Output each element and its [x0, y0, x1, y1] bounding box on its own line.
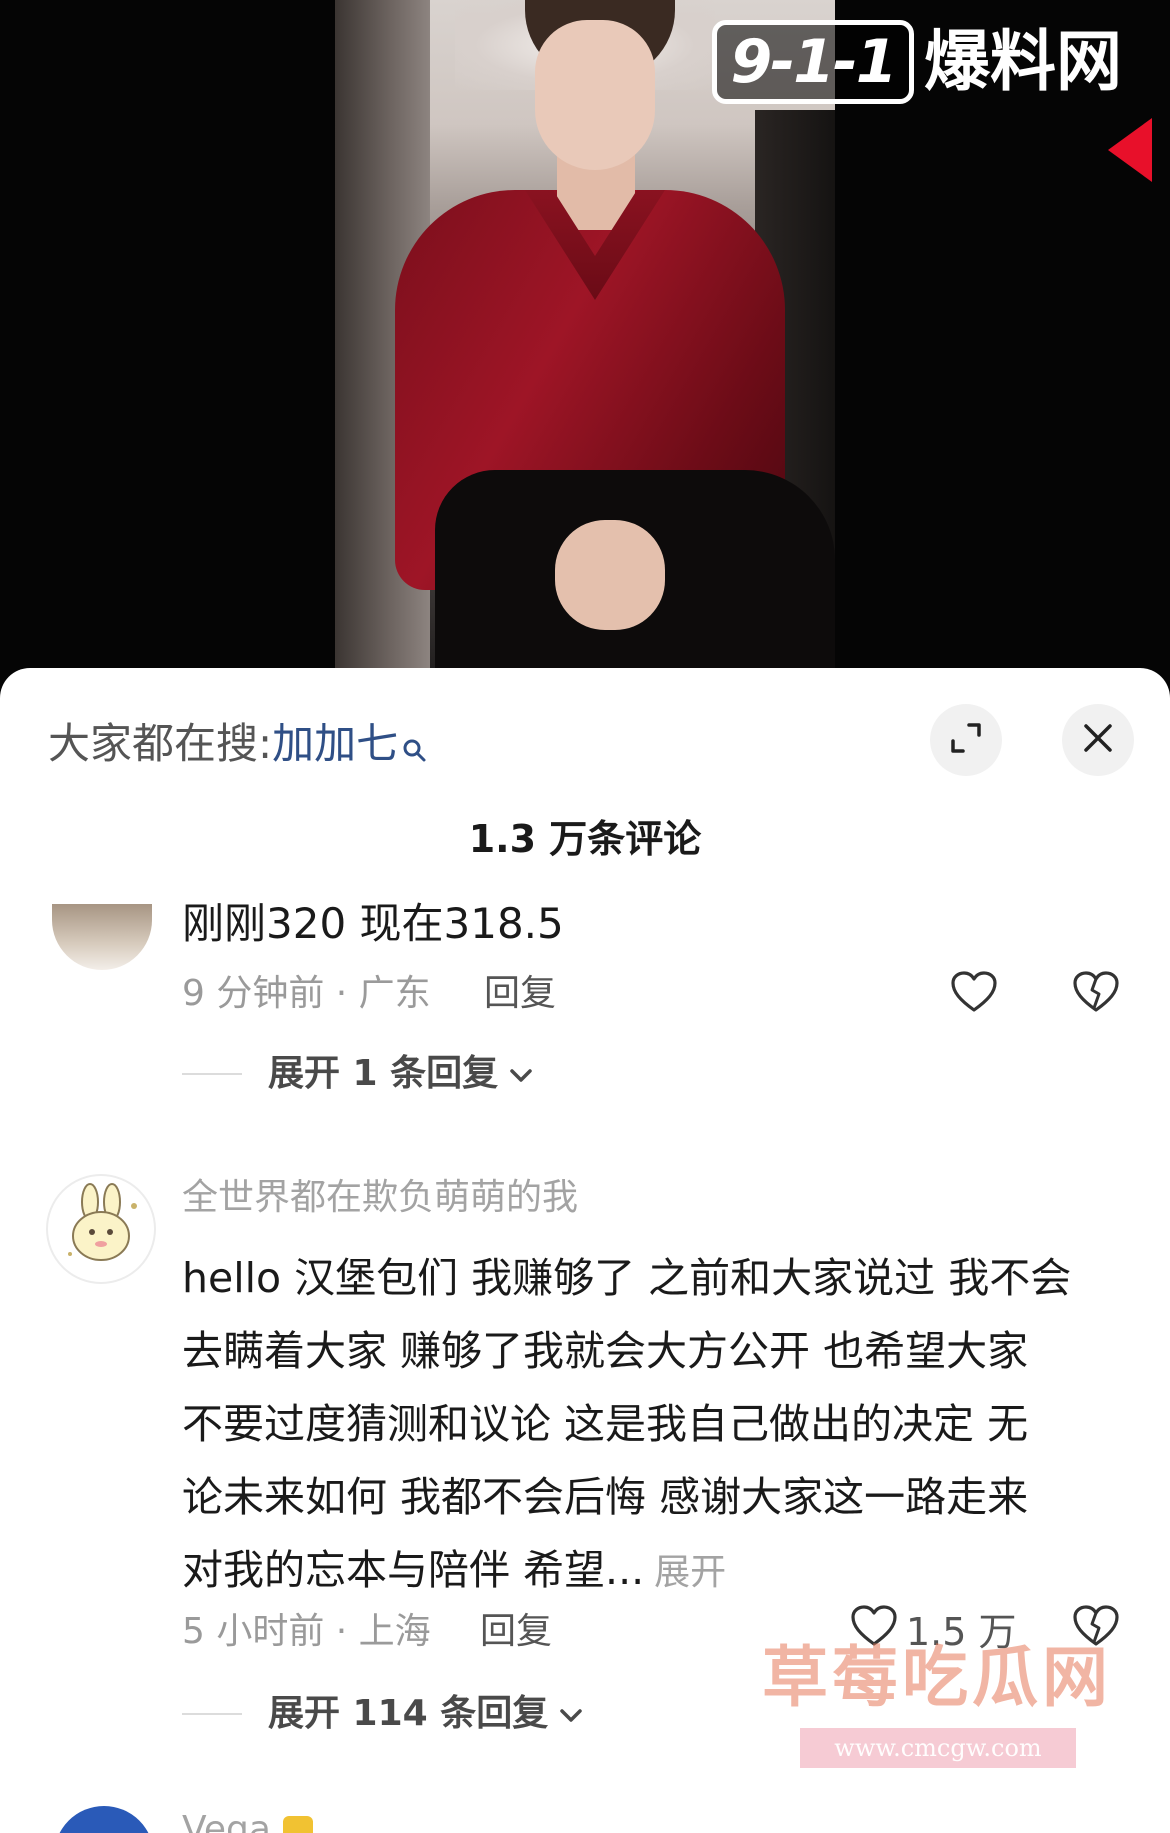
search-suggestion[interactable]: 大家都在搜:加加七	[48, 716, 428, 778]
comment-text-line: 去瞒着大家 赚够了我就会大方公开 也希望大家	[182, 1327, 1029, 1375]
expand-replies[interactable]: 展开 1 条回复	[182, 1050, 534, 1098]
comment-username[interactable]: 全世界都在欺负萌萌的我	[182, 1174, 578, 1222]
comment-text-line: 论未来如何 我都不会后悔 感谢大家这一路走来	[182, 1473, 1029, 1521]
comment-text-line-last: 对我的忘本与陪伴 希望... 展开	[182, 1534, 1122, 1609]
comment-text: 刚刚320 现在318.5	[182, 899, 564, 948]
face	[535, 20, 655, 170]
search-suggestion-term[interactable]: 加加七	[272, 719, 398, 768]
divider	[182, 1713, 242, 1715]
watermark-logo: 9-1-1 爆料网	[712, 20, 1152, 106]
close-icon	[1082, 722, 1114, 758]
comment-username-text: Vega	[182, 1809, 271, 1833]
expand-replies-label: 展开 114 条回复	[268, 1693, 549, 1734]
watermark-logo-number: 9-1-1	[730, 27, 897, 97]
comment-text-line: hello 汉堡包们 我赚够了 之前和大家说过 我不会	[182, 1254, 1072, 1302]
expand-text-button[interactable]: 展开	[654, 1552, 726, 1593]
expand-replies[interactable]: 展开 114 条回复	[182, 1690, 584, 1738]
dislike-button[interactable]	[1068, 966, 1124, 1022]
chevron-down-icon	[508, 1050, 534, 1098]
reply-button[interactable]: 回复	[484, 970, 556, 1018]
watermark-logo-text: 爆料网	[924, 23, 1122, 100]
watermark-caomei: 草莓吃瓜网	[762, 1639, 1112, 1716]
comment-text: hello 汉堡包们 我赚够了 之前和大家说过 我不会 去瞒着大家 赚够了我就会…	[182, 1242, 1122, 1609]
close-button[interactable]	[1062, 704, 1134, 776]
like-button[interactable]	[946, 966, 1002, 1022]
divider	[182, 1073, 242, 1075]
bunny-avatar-icon	[68, 1183, 137, 1261]
search-suggestion-prefix: 大家都在搜:	[48, 719, 273, 768]
watermark-logo-box: 9-1-1	[712, 20, 914, 104]
comment-count-title: 1.3 万条评论	[468, 817, 702, 861]
comment-meta: 5 小时前 · 上海	[182, 1611, 431, 1652]
chevron-down-icon	[558, 1690, 584, 1738]
badge-icon	[282, 1816, 313, 1833]
expand-icon	[949, 721, 983, 759]
expand-replies-label: 展开 1 条回复	[268, 1053, 499, 1094]
watermark-url: www.cmcgw.com	[800, 1728, 1076, 1768]
comment-text-line: 对我的忘本与陪伴 希望...	[182, 1546, 645, 1594]
expand-button[interactable]	[930, 704, 1002, 776]
reply-button[interactable]: 回复	[480, 1608, 552, 1656]
comment-meta: 9 分钟前 · 广东	[182, 973, 431, 1014]
comment-text-line: 不要过度猜测和议论 这是我自己做出的决定 无	[182, 1400, 1029, 1448]
avatar[interactable]	[52, 904, 152, 970]
comment-username[interactable]: Vega	[182, 1806, 313, 1833]
search-icon[interactable]	[402, 722, 428, 778]
avatar[interactable]	[46, 1174, 156, 1284]
heart-icon	[950, 970, 998, 1018]
hand	[555, 520, 665, 630]
broken-heart-icon	[1072, 970, 1120, 1018]
red-arrow-icon	[1108, 118, 1152, 182]
video-player[interactable]: 9-1-1 爆料网	[0, 0, 1170, 690]
avatar[interactable]	[54, 1806, 154, 1833]
